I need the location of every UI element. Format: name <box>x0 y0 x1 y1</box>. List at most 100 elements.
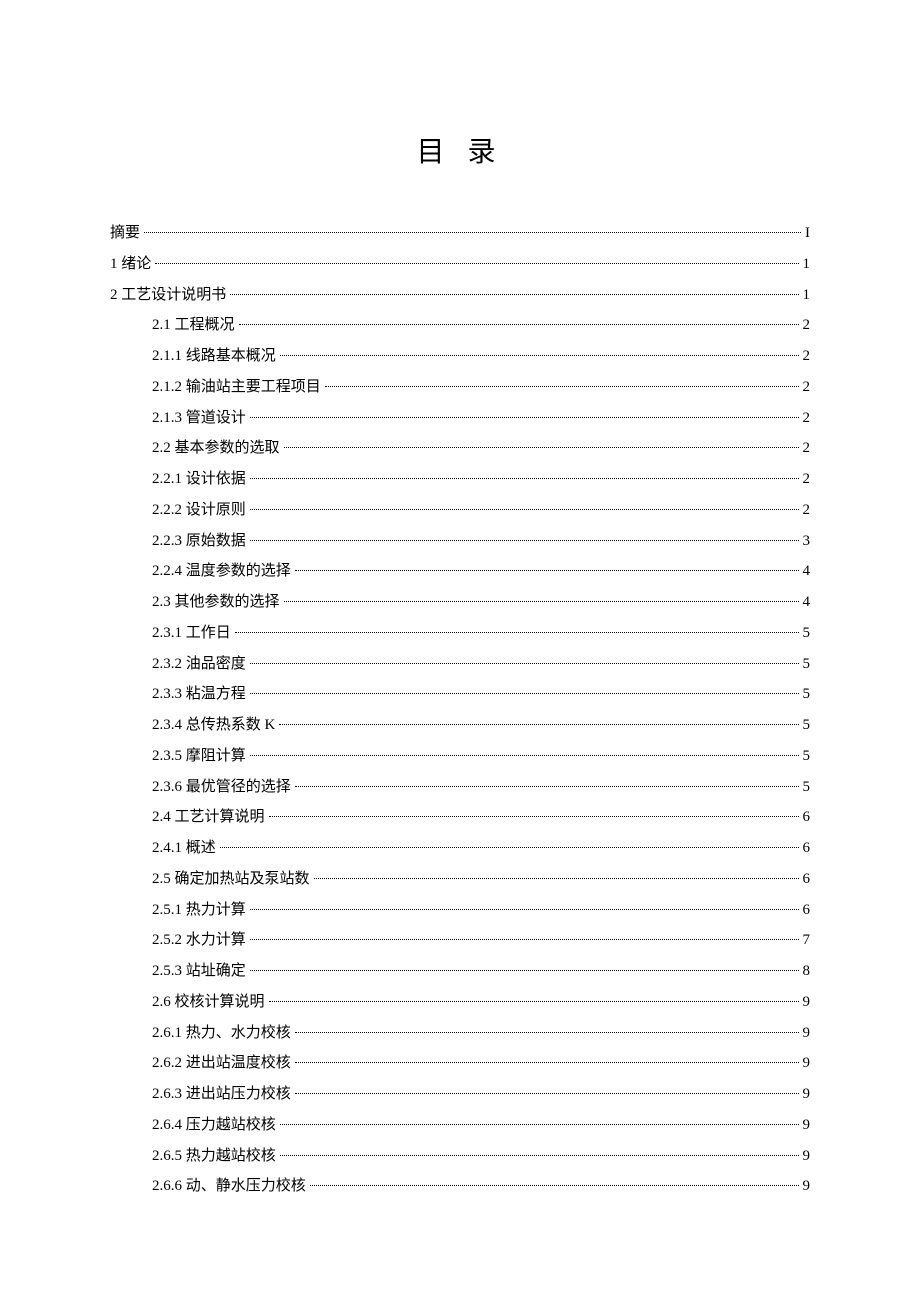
toc-leader <box>279 724 798 725</box>
toc-leader <box>314 878 799 879</box>
toc-entry-label: 2.5 确定加热站及泵站数 <box>110 864 310 895</box>
toc-entry-label: 2.2.3 原始数据 <box>110 526 246 557</box>
toc-entry-label: 2.3.6 最优管径的选择 <box>110 772 291 803</box>
toc-entry: 2.1.3 管道设计 2 <box>110 403 810 434</box>
toc-leader <box>250 509 799 510</box>
toc-leader <box>220 847 799 848</box>
toc-entry-label: 2.3.1 工作日 <box>110 618 231 649</box>
toc-entry-page: 6 <box>803 895 811 926</box>
toc-entry-label: 2.3.2 油品密度 <box>110 649 246 680</box>
toc-entry: 2.6.6 动、静水压力校核9 <box>110 1171 810 1202</box>
toc-leader <box>250 909 799 910</box>
toc-leader <box>284 601 799 602</box>
toc-entry-page: 5 <box>803 679 811 710</box>
toc-entry: 2.3.2 油品密度5 <box>110 649 810 680</box>
toc-leader <box>295 1093 799 1094</box>
toc-leader <box>250 970 799 971</box>
toc-leader <box>280 1155 799 1156</box>
toc-entry-page: 2 <box>803 341 811 372</box>
toc-entry-page: 6 <box>803 802 811 833</box>
toc-entry-page: 6 <box>803 833 811 864</box>
toc-leader <box>250 755 799 756</box>
toc-entry-label: 2.4.1 概述 <box>110 833 216 864</box>
toc-entry-page: 9 <box>803 1048 811 1079</box>
toc-entry-label: 2.1.3 管道设计 <box>110 403 246 434</box>
toc-entry-label: 2.6.1 热力、水力校核 <box>110 1018 291 1049</box>
toc-entry-label: 2.2 基本参数的选取 <box>110 433 280 464</box>
toc-entry: 2.1.1 线路基本概况 2 <box>110 341 810 372</box>
toc-leader <box>310 1185 799 1186</box>
toc-entry-page: 8 <box>803 956 811 987</box>
toc-entry-page: 9 <box>803 1079 811 1110</box>
toc-entry: 2.3.5 摩阻计算 5 <box>110 741 810 772</box>
toc-entry-page: 1 <box>803 249 811 280</box>
toc-entry: 1 绪论 1 <box>110 249 810 280</box>
toc-entry: 2.2.4 温度参数的选择4 <box>110 556 810 587</box>
toc-entry-page: 7 <box>803 925 811 956</box>
toc-entry-label: 2.3.4 总传热系数 K <box>110 710 275 741</box>
toc-entry-label: 2.5.2 水力计算 <box>110 925 246 956</box>
toc-leader <box>250 693 799 694</box>
toc-container: 摘要I1 绪论12 工艺设计说明书12.1 工程概况22.1.1 线路基本概况2… <box>110 218 810 1202</box>
toc-entry: 2.6.4 压力越站校核9 <box>110 1110 810 1141</box>
toc-entry: 2.5.2 水力计算 7 <box>110 925 810 956</box>
toc-entry: 2.6 校核计算说明9 <box>110 987 810 1018</box>
toc-leader <box>295 1032 799 1033</box>
toc-entry-label: 2.6.6 动、静水压力校核 <box>110 1171 306 1202</box>
toc-leader <box>235 632 799 633</box>
toc-entry-label: 2.5.1 热力计算 <box>110 895 246 926</box>
toc-entry-label: 2.2.1 设计依据 <box>110 464 246 495</box>
toc-entry-label: 2.1.2 输油站主要工程项目 <box>110 372 321 403</box>
toc-entry-label: 2 工艺设计说明书 <box>110 280 226 311</box>
toc-leader <box>144 232 801 233</box>
toc-entry: 2.3.6 最优管径的选择 5 <box>110 772 810 803</box>
toc-entry: 2.6.1 热力、水力校核 9 <box>110 1018 810 1049</box>
toc-entry-page: 2 <box>803 495 811 526</box>
toc-leader <box>284 447 799 448</box>
toc-entry-label: 2.6.5 热力越站校核 <box>110 1141 276 1172</box>
toc-entry-page: 4 <box>803 587 811 618</box>
toc-entry-page: 5 <box>803 772 811 803</box>
toc-leader <box>250 540 799 541</box>
toc-entry: 2.4.1 概述 6 <box>110 833 810 864</box>
toc-entry: 2.6.2 进出站温度校核9 <box>110 1048 810 1079</box>
toc-entry-page: 9 <box>803 1018 811 1049</box>
toc-entry-page: 9 <box>803 1110 811 1141</box>
toc-entry-page: 1 <box>803 280 811 311</box>
toc-entry: 2.6.5 热力越站校核9 <box>110 1141 810 1172</box>
toc-entry: 2.6.3 进出站压力校核9 <box>110 1079 810 1110</box>
toc-entry-label: 2.5.3 站址确定 <box>110 956 246 987</box>
toc-entry-label: 2.1.1 线路基本概况 <box>110 341 276 372</box>
toc-entry: 2.2 基本参数的选取 2 <box>110 433 810 464</box>
toc-leader <box>295 786 799 787</box>
toc-entry: 摘要 I <box>110 218 810 249</box>
toc-entry-label: 摘要 <box>110 218 140 249</box>
toc-entry-page: 5 <box>803 710 811 741</box>
toc-entry: 2.1.2 输油站主要工程项目 2 <box>110 372 810 403</box>
toc-entry-page: 2 <box>803 310 811 341</box>
toc-entry-page: 6 <box>803 864 811 895</box>
toc-entry-page: 5 <box>803 741 811 772</box>
toc-entry-page: 5 <box>803 618 811 649</box>
toc-entry-label: 1 绪论 <box>110 249 151 280</box>
toc-leader <box>280 355 799 356</box>
toc-entry-page: 2 <box>803 372 811 403</box>
toc-entry-label: 2.1 工程概况 <box>110 310 235 341</box>
toc-leader <box>295 570 799 571</box>
toc-leader <box>280 1124 799 1125</box>
toc-entry-label: 2.3 其他参数的选择 <box>110 587 280 618</box>
toc-entry-label: 2.2.4 温度参数的选择 <box>110 556 291 587</box>
toc-entry-label: 2.2.2 设计原则 <box>110 495 246 526</box>
toc-entry: 2.3.3 粘温方程5 <box>110 679 810 710</box>
toc-leader <box>269 1001 799 1002</box>
toc-entry-page: I <box>805 218 810 249</box>
toc-entry: 2.3.4 总传热系数 K 5 <box>110 710 810 741</box>
toc-leader <box>250 478 799 479</box>
toc-entry-page: 2 <box>803 433 811 464</box>
toc-entry-label: 2.3.5 摩阻计算 <box>110 741 246 772</box>
toc-leader <box>295 1062 799 1063</box>
toc-entry: 2.1 工程概况 2 <box>110 310 810 341</box>
toc-entry-page: 2 <box>803 403 811 434</box>
toc-leader <box>250 663 799 664</box>
toc-leader <box>250 417 799 418</box>
